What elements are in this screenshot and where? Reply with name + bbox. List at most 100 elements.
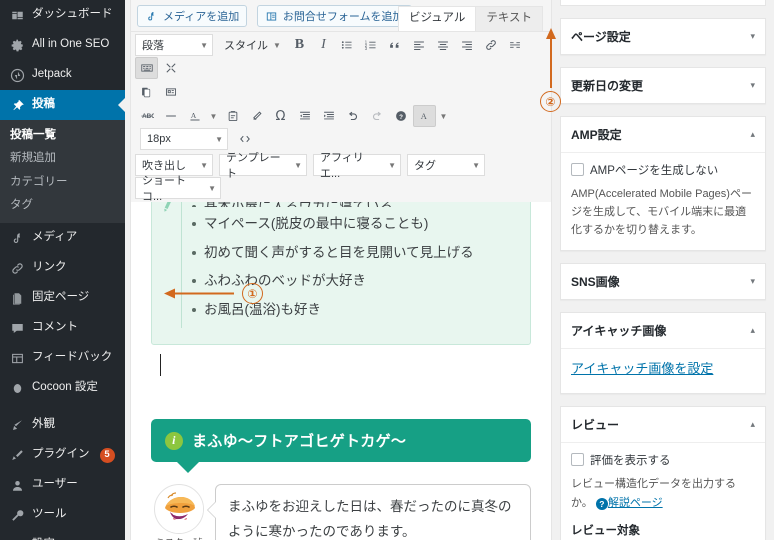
show-rating-checkbox-row[interactable]: 評価を表示する: [571, 452, 755, 468]
checkbox-label: AMPページを生成しない: [590, 165, 719, 177]
chevron-down-icon[interactable]: ▾: [750, 276, 755, 287]
indent-icon[interactable]: [317, 105, 340, 127]
sidebar-item-comments[interactable]: コメント: [0, 313, 125, 343]
set-featured-image-link[interactable]: アイキャッチ画像を設定: [571, 361, 713, 376]
add-contact-form-button[interactable]: お問合せフォームを追加: [256, 5, 412, 27]
undo-icon[interactable]: [341, 105, 364, 127]
clear-formatting-icon[interactable]: [245, 105, 268, 127]
fullscreen-icon[interactable]: [159, 57, 182, 79]
info-icon: i: [165, 431, 183, 450]
text-color-icon[interactable]: A: [183, 105, 206, 127]
font-size-value: 18px: [147, 133, 171, 145]
text-color-caret-icon[interactable]: ▼: [207, 105, 220, 127]
sidebar-item-users[interactable]: ユーザー: [0, 470, 125, 500]
tab-visual[interactable]: ビジュアル: [397, 6, 477, 31]
panel-partial-top: [560, 0, 766, 6]
submenu-item-categories[interactable]: カテゴリー: [0, 171, 125, 194]
appearance-icon: [9, 417, 25, 433]
post-content-body[interactable]: 基本小屋に入るウカに寝ている マイペース(脱皮の最中に寝ることも) 初めて聞く声…: [131, 202, 551, 540]
align-left-icon[interactable]: [408, 34, 431, 56]
panel-header[interactable]: ページ設定 ▾: [561, 19, 765, 54]
panel-title: ページ設定: [571, 30, 631, 44]
editor-mode-tabs: ビジュアル テキスト: [397, 6, 543, 31]
sidebar-label: 固定ページ: [32, 291, 90, 304]
chevron-up-icon[interactable]: ▴: [750, 129, 755, 140]
background-color-icon[interactable]: A: [413, 105, 436, 127]
sidebar-item-all-in-one-seo[interactable]: All in One SEO: [0, 30, 125, 60]
sidebar-item-links[interactable]: リンク: [0, 253, 125, 283]
panel-header[interactable]: アイキャッチ画像 ▴: [561, 313, 765, 348]
link-icon[interactable]: [480, 34, 503, 56]
paragraph-format-select[interactable]: 段落 ▼: [135, 34, 213, 56]
help-icon[interactable]: ?: [595, 497, 608, 510]
copy-icon[interactable]: [135, 81, 158, 103]
speech-balloon-block[interactable]: ミスター琥珀 まふゆをお迎えした日は、春だったのに真冬のように寒かったのでありま…: [151, 484, 531, 540]
blockquote-icon[interactable]: [384, 34, 407, 56]
font-size-select[interactable]: 18px ▼: [140, 128, 228, 150]
shortcode-select[interactable]: ショートコ... ▼: [135, 175, 221, 203]
sidebar-label: ダッシュボード: [32, 8, 113, 21]
source-code-icon[interactable]: [233, 128, 256, 150]
sidebar-label: All in One SEO: [32, 38, 110, 51]
italic-icon[interactable]: I: [312, 34, 335, 56]
sidebar-item-plugins[interactable]: プラグイン 5: [0, 440, 125, 470]
paste-as-text-icon[interactable]: [221, 105, 244, 127]
unordered-list-icon[interactable]: [336, 34, 359, 56]
amp-disable-checkbox-row[interactable]: AMPページを生成しない: [571, 162, 755, 178]
sidebar-item-pages[interactable]: 固定ページ: [0, 283, 125, 313]
sidebar-label: フィードバック: [32, 351, 113, 364]
card-icon[interactable]: [159, 81, 182, 103]
style-dropdown[interactable]: スタイル ▼: [218, 34, 287, 56]
review-doc-link[interactable]: 解説ページ: [608, 497, 663, 509]
outdent-icon[interactable]: [293, 105, 316, 127]
align-center-icon[interactable]: [432, 34, 455, 56]
panel-title: AMP設定: [571, 128, 622, 142]
section-heading-banner[interactable]: i まふゆ〜フトアゴヒゲトカゲ〜: [151, 419, 531, 474]
svg-text:?: ?: [399, 114, 403, 121]
template-select[interactable]: テンプレート ▼: [219, 152, 307, 180]
panel-header[interactable]: AMP設定 ▴: [561, 117, 765, 152]
sidebar-item-appearance[interactable]: 外観: [0, 410, 125, 440]
checkbox[interactable]: [571, 453, 584, 467]
submenu-item-add-new[interactable]: 新規追加: [0, 147, 125, 170]
toolbar-toggle-icon[interactable]: [135, 57, 158, 79]
sidebar-item-feedback[interactable]: フィードバック: [0, 343, 125, 373]
panel-title: レビュー: [571, 418, 620, 433]
submenu-item-tags[interactable]: タグ: [0, 194, 125, 217]
submenu-item-post-list[interactable]: 投稿一覧: [0, 124, 125, 147]
tag-select[interactable]: タグ ▼: [407, 154, 485, 176]
tab-text[interactable]: テキスト: [475, 6, 543, 31]
redo-icon[interactable]: [365, 105, 388, 127]
sidebar-label: リンク: [32, 261, 67, 274]
special-character-icon[interactable]: Ω: [269, 105, 292, 127]
read-more-icon[interactable]: [504, 34, 527, 56]
tag-value: タグ: [414, 160, 436, 172]
affiliate-select[interactable]: アフィリエ... ▼: [313, 152, 401, 180]
list-item: 初めて聞く声がすると目を見開いて見上げる: [188, 243, 474, 263]
background-color-caret-icon[interactable]: ▼: [437, 105, 450, 127]
sidebar-item-dashboard[interactable]: ダッシュボード: [0, 0, 125, 30]
checkbox[interactable]: [571, 163, 584, 176]
sidebar-item-settings[interactable]: 設定: [0, 530, 125, 540]
sidebar-item-cocoon-settings[interactable]: Cocoon 設定: [0, 373, 125, 403]
add-media-button[interactable]: メディアを追加: [137, 5, 248, 27]
green-info-box[interactable]: 基本小屋に入るウカに寝ている マイペース(脱皮の最中に寝ることも) 初めて聞く声…: [151, 202, 531, 346]
bold-icon[interactable]: B: [288, 34, 311, 56]
panel-header[interactable]: SNS画像 ▾: [561, 264, 765, 299]
checkbox-label: 評価を表示する: [590, 455, 671, 468]
sidebar-item-media[interactable]: メディア: [0, 223, 125, 253]
chevron-up-icon[interactable]: ▴: [750, 419, 755, 430]
panel-header[interactable]: 更新日の変更 ▾: [561, 68, 765, 103]
strikethrough-icon[interactable]: ABC: [135, 105, 158, 127]
chevron-down-icon[interactable]: ▾: [750, 31, 755, 42]
ordered-list-icon[interactable]: 123: [360, 34, 383, 56]
panel-header[interactable]: レビュー ▴: [561, 407, 765, 442]
chevron-down-icon[interactable]: ▾: [750, 80, 755, 91]
sidebar-item-tools[interactable]: ツール: [0, 500, 125, 530]
chevron-up-icon[interactable]: ▴: [750, 325, 755, 336]
help-icon[interactable]: ?: [389, 105, 412, 127]
horizontal-rule-icon[interactable]: [159, 105, 182, 127]
sidebar-item-jetpack[interactable]: Jetpack: [0, 60, 125, 90]
align-right-icon[interactable]: [456, 34, 479, 56]
sidebar-item-posts[interactable]: 投稿: [0, 90, 125, 120]
